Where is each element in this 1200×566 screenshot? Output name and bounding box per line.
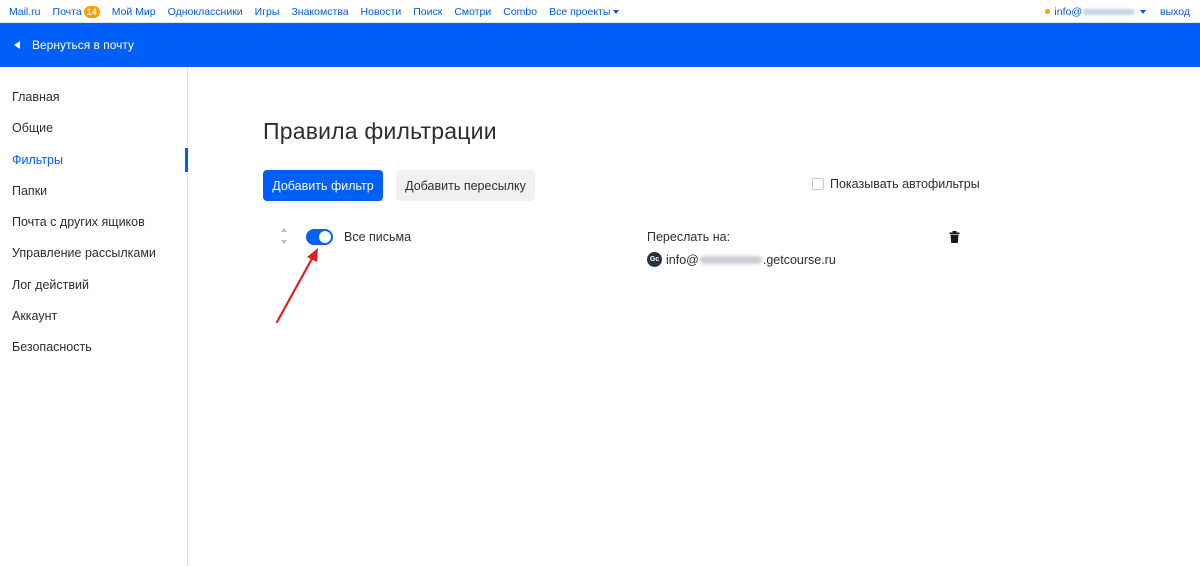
redacted-account-domain	[1083, 8, 1135, 15]
portal-link-mail-label: Почта	[52, 5, 82, 18]
portal-link-ok[interactable]: Одноклассники	[168, 6, 243, 18]
chevron-down-icon	[1140, 9, 1146, 14]
portal-link-all-projects[interactable]: Все проекты	[549, 5, 620, 18]
account-email-prefix: info@	[1054, 5, 1082, 18]
sidebar-item-activity-log[interactable]: Лог действий	[0, 270, 187, 301]
portal-link-combo[interactable]: Combo	[503, 6, 537, 18]
portal-bar: Mail.ru Почта 14 Мой Мир Одноклассники И…	[0, 0, 1200, 23]
back-arrow-icon	[14, 41, 20, 49]
sidebar-item-security[interactable]: Безопасность	[0, 332, 187, 363]
chevron-down-icon	[613, 9, 620, 14]
forward-email-prefix: info@	[666, 252, 699, 267]
unread-count-badge: 14	[83, 5, 100, 18]
portal-link-mailru[interactable]: Mail.ru	[9, 6, 41, 18]
move-up-icon[interactable]	[281, 228, 287, 232]
portal-link-news[interactable]: Новости	[361, 6, 402, 18]
logout-link[interactable]: выход	[1160, 6, 1190, 18]
filter-name[interactable]: Все письма	[344, 230, 411, 244]
sidebar-item-subscriptions[interactable]: Управление рассылками	[0, 238, 187, 269]
show-autofilters-label: Показывать автофильтры	[830, 177, 980, 191]
add-forward-button[interactable]: Добавить пересылку	[396, 170, 535, 201]
portal-account-area: info@ выход	[1045, 0, 1190, 23]
portal-link-mail[interactable]: Почта 14	[52, 5, 100, 18]
forward-email-suffix: .getcourse.ru	[762, 252, 836, 267]
redacted-email-part	[699, 255, 762, 264]
account-menu[interactable]: info@	[1054, 6, 1146, 18]
portal-links: Mail.ru Почта 14 Мой Мир Одноклассники И…	[9, 0, 631, 23]
forward-email: info@ .getcourse.ru	[666, 253, 836, 267]
portal-link-watch[interactable]: Смотри	[454, 6, 491, 18]
page-title: Правила фильтрации	[263, 118, 497, 144]
getcourse-avatar: Gc	[647, 252, 662, 267]
settings-sidebar: Главная Общие Фильтры Папки Почта с друг…	[0, 67, 188, 566]
status-dot-icon	[1045, 9, 1051, 14]
sidebar-item-folders[interactable]: Папки	[0, 176, 187, 207]
forward-target: Gc info@ .getcourse.ru	[647, 252, 836, 267]
settings-header: Вернуться в почту	[0, 23, 1200, 67]
show-autofilters-checkbox[interactable]	[812, 178, 824, 190]
portal-link-dating[interactable]: Знакомства	[291, 6, 348, 18]
portal-link-search[interactable]: Поиск	[413, 6, 442, 18]
all-projects-label: Все проекты	[549, 5, 611, 18]
annotation-arrow-icon	[275, 248, 318, 324]
portal-link-moymir[interactable]: Мой Мир	[112, 6, 156, 18]
portal-link-games[interactable]: Игры	[255, 6, 280, 18]
back-to-mail-button[interactable]: Вернуться в почту	[14, 23, 134, 67]
trash-icon[interactable]	[949, 231, 960, 243]
sidebar-item-other-mailboxes[interactable]: Почта с других ящиков	[0, 207, 187, 238]
back-to-mail-label: Вернуться в почту	[32, 38, 135, 52]
sidebar-item-general[interactable]: Общие	[0, 113, 187, 144]
add-filter-button[interactable]: Добавить фильтр	[263, 170, 383, 201]
show-autofilters-toggle[interactable]: Показывать автофильтры	[812, 177, 980, 191]
sidebar-item-account[interactable]: Аккаунт	[0, 301, 187, 332]
sidebar-item-main[interactable]: Главная	[0, 82, 187, 113]
forward-to-label: Переслать на:	[647, 230, 731, 244]
sidebar-item-filters[interactable]: Фильтры	[0, 145, 188, 176]
